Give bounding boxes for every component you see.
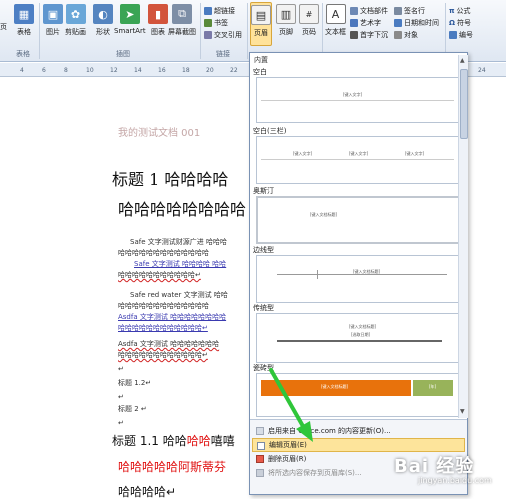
annotation-arrow — [269, 368, 313, 442]
watermark-url: jingyan.baidu.com — [418, 476, 492, 485]
watermark-brand: Bai 经验 — [394, 456, 475, 477]
